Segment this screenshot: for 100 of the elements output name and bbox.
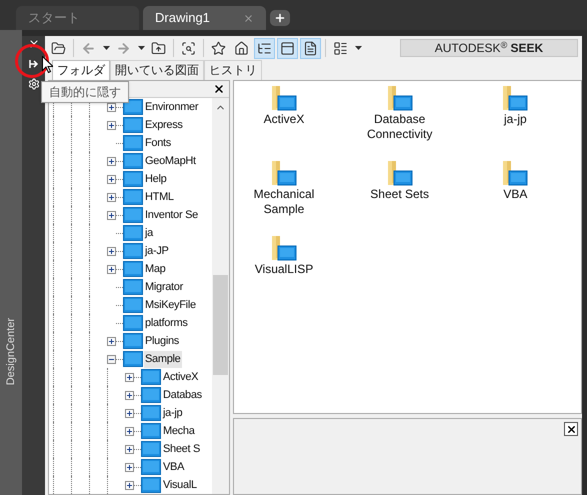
search-icon (181, 40, 196, 56)
folder-icon (123, 117, 143, 133)
folder-icon (123, 261, 143, 277)
folder-icon (123, 243, 143, 259)
folder-label: Mechanical Sample (252, 187, 316, 217)
tree-item[interactable]: Map (144, 260, 166, 278)
tree-item[interactable]: platforms (144, 314, 189, 332)
collapse-icon[interactable] (107, 354, 116, 364)
expand-icon[interactable] (107, 264, 116, 274)
tree-item[interactable]: ja (144, 224, 154, 242)
tree-item[interactable]: Migrator (144, 278, 184, 296)
folder-icon (141, 477, 161, 493)
document-button[interactable] (300, 38, 321, 58)
folder-icon (141, 405, 161, 421)
tree-icon (257, 40, 272, 56)
folder-item[interactable]: VBA (465, 159, 566, 226)
expand-icon[interactable] (125, 390, 134, 400)
scrollbar[interactable] (212, 98, 229, 494)
tree-item[interactable]: HTML (144, 188, 175, 206)
folder-label: VisualLISP (254, 262, 314, 277)
expand-icon[interactable] (107, 120, 116, 130)
folder-up-icon (151, 40, 166, 56)
forward-arrow-icon (116, 40, 131, 56)
tree-item[interactable]: Databas (162, 386, 203, 404)
tree-item[interactable]: Sheet S (162, 440, 202, 458)
folder-item[interactable]: Sheet Sets (350, 159, 450, 226)
folder-icon (123, 207, 143, 223)
tree-item[interactable]: Environmer (144, 98, 200, 116)
auto-hide-icon[interactable] (28, 58, 40, 70)
folder-icon (141, 369, 161, 385)
view-tab[interactable]: フォルダ (52, 60, 110, 80)
scroll-thumb[interactable] (213, 275, 228, 375)
document-icon (303, 40, 318, 56)
folder-item[interactable]: ja-jp (465, 84, 566, 151)
folder-label: ActiveX (262, 112, 306, 127)
folder-icon (123, 333, 143, 349)
caret-icon (102, 46, 110, 50)
tree-item[interactable]: Inventor Se (144, 206, 199, 224)
preview-icon (280, 40, 295, 56)
list-view-icon (333, 40, 348, 56)
expand-icon[interactable] (107, 156, 116, 166)
tree-item[interactable]: Mecha (162, 422, 196, 440)
view-tab[interactable]: ヒストリ (204, 60, 262, 80)
home-icon (234, 40, 249, 56)
cursor-icon (42, 56, 53, 73)
expand-icon[interactable] (107, 192, 116, 202)
folder-item[interactable]: VisualLISP (234, 234, 334, 301)
document-tab[interactable]: Drawing1 (143, 6, 266, 30)
tree-item[interactable]: MsiKeyFile (144, 296, 197, 314)
caret-icon (354, 46, 362, 50)
open-folder-icon (51, 40, 66, 56)
new-tab-button[interactable] (270, 10, 290, 26)
tree-item[interactable]: Fonts (144, 134, 172, 152)
expand-icon[interactable] (125, 462, 134, 472)
expand-icon[interactable] (107, 174, 116, 184)
tree-item[interactable]: VBA (162, 458, 186, 476)
expand-icon[interactable] (125, 444, 134, 454)
folder-icon (123, 153, 143, 169)
folder-icon (270, 84, 298, 112)
settings-icon[interactable] (28, 78, 40, 90)
folder-item[interactable]: Database Connectivity (350, 84, 450, 151)
expand-icon[interactable] (125, 426, 134, 436)
tree-button[interactable] (254, 38, 275, 58)
folder-label: ja-jp (502, 112, 528, 127)
folder-item[interactable]: Mechanical Sample (234, 159, 334, 226)
caret-icon (138, 46, 144, 50)
seek-button[interactable]: AUTODESK$^{®}$ SEEK (400, 39, 578, 57)
preview-button[interactable] (277, 38, 298, 58)
expand-icon[interactable] (107, 246, 116, 256)
tree-item[interactable]: Sample (144, 350, 182, 368)
folder-icon (141, 441, 161, 457)
tree-item[interactable]: VisualL (162, 476, 198, 494)
close-icon (566, 424, 576, 434)
tree-item[interactable]: Plugins (144, 332, 180, 350)
expand-icon[interactable] (125, 480, 134, 490)
tree-item[interactable]: Help (144, 170, 168, 188)
folder-icon (141, 459, 161, 475)
expand-icon[interactable] (107, 336, 116, 346)
expand-icon[interactable] (107, 102, 116, 112)
close-icon[interactable] (213, 83, 225, 95)
tree-item[interactable]: ja-JP (144, 242, 170, 260)
tree-item[interactable]: ja-jp (162, 404, 184, 422)
tooltip: 自動的に隠す (41, 81, 129, 103)
folder-label: Database Connectivity (366, 112, 434, 142)
folder-icon (270, 234, 298, 262)
folder-icon (386, 159, 414, 187)
expand-icon[interactable] (125, 372, 134, 382)
folder-label: VBA (502, 187, 528, 202)
close-button[interactable] (564, 422, 578, 436)
folder-icon (123, 135, 143, 151)
expand-icon[interactable] (125, 408, 134, 418)
folder-item[interactable]: ActiveX (234, 84, 334, 151)
tree-item[interactable]: GeoMapHt (144, 152, 197, 170)
folder-icon (123, 99, 143, 115)
expand-icon[interactable] (107, 210, 116, 220)
tree-item[interactable]: ActiveX (162, 368, 200, 386)
star-icon (211, 40, 226, 56)
view-tab[interactable]: 開いている図面 (110, 60, 204, 80)
tree-item[interactable]: Express (144, 116, 184, 134)
folder-icon (501, 159, 530, 187)
